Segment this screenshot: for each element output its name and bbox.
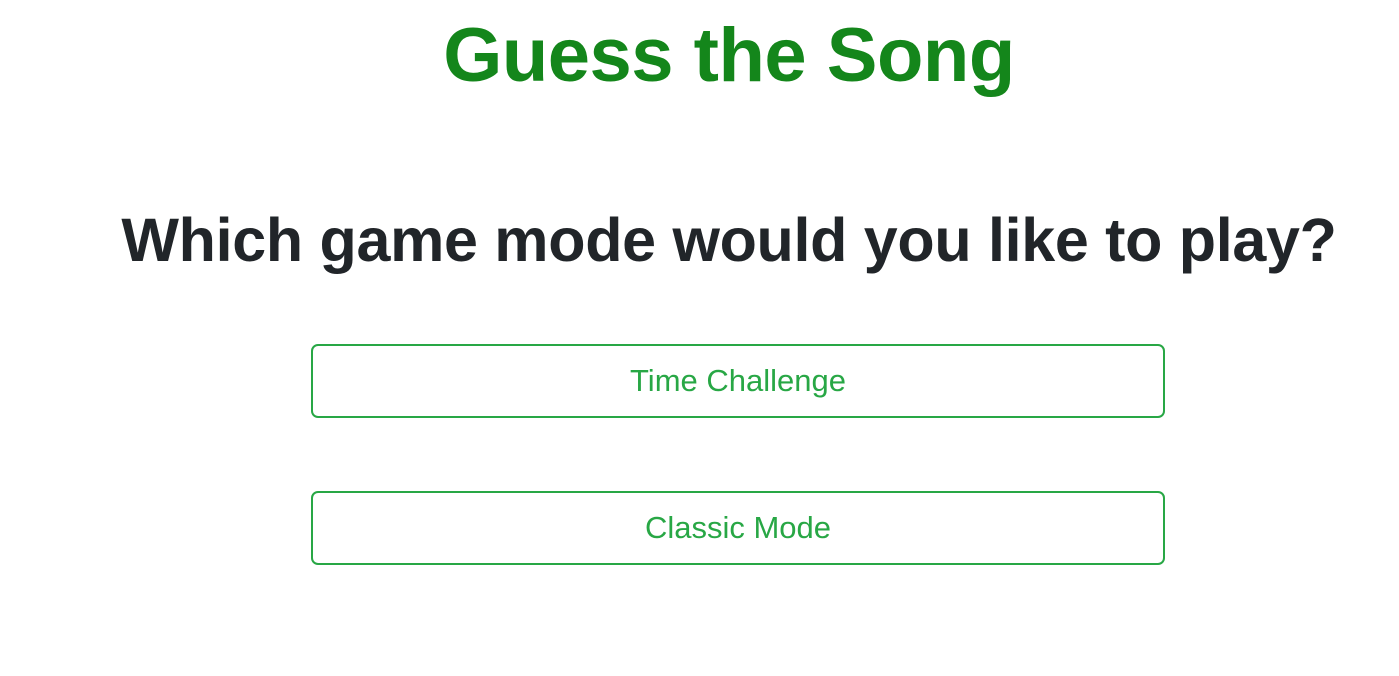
question-block: Which game mode would you like to play? [121, 200, 1337, 280]
time-challenge-button[interactable]: Time Challenge [311, 344, 1165, 418]
classic-mode-button[interactable]: Classic Mode [311, 491, 1165, 565]
time-challenge-label: Time Challenge [630, 363, 846, 398]
page-header: Guess the Song [443, 12, 1015, 100]
page-title: Guess the Song [443, 13, 1015, 98]
game-mode-question: Which game mode would you like to play? [121, 206, 1337, 274]
classic-mode-label: Classic Mode [644, 510, 832, 545]
